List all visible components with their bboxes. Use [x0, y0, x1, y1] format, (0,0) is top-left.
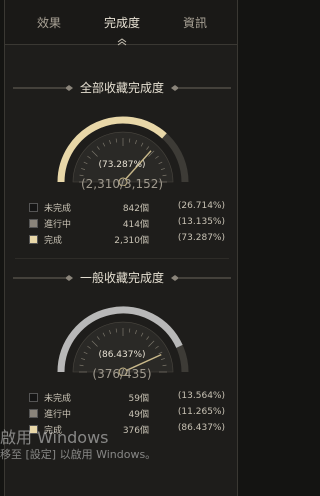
collection-panel: 效果 完成度 資訊 全部收藏完成度 (73.287%) (2,310/3,152… — [4, 0, 238, 496]
legend-value: 414個 — [122, 220, 149, 230]
swatch-in-progress — [29, 219, 38, 228]
legend-label: 未完成 — [44, 394, 72, 404]
ornament-left-icon — [13, 275, 73, 281]
tab-completion[interactable]: 完成度 — [92, 14, 152, 31]
active-tab-indicator-icon — [117, 38, 127, 46]
legend-value: 59個 — [128, 394, 149, 404]
legend-percent: (86.437%) — [177, 423, 225, 433]
count-all: (2,310/3,152) — [80, 177, 164, 191]
gauge-percent-all: (73.287%) — [98, 160, 146, 170]
legend-row-in-progress: 進行中 49個 (11.265%) — [29, 406, 229, 422]
legend-label: 進行中 — [44, 220, 72, 230]
swatch-incomplete — [29, 203, 38, 212]
section-title-all: 全部收藏完成度 — [5, 78, 239, 98]
legend-value: 2,310個 — [114, 236, 149, 246]
ornament-right-icon — [171, 85, 231, 91]
windows-activation-watermark-hint: 移至 [設定] 以啟用 Windows。 — [0, 448, 157, 461]
legend-row-incomplete: 未完成 842個 (26.714%) — [29, 200, 229, 216]
section-title-text: 全部收藏完成度 — [79, 81, 164, 95]
legend-row-in-progress: 進行中 414個 (13.135%) — [29, 216, 229, 232]
ornament-left-icon — [13, 85, 73, 91]
windows-activation-watermark-title: 啟用 Windows — [0, 428, 109, 447]
legend-row-complete: 完成 2,310個 (73.287%) — [29, 232, 229, 248]
percent-value: 73.287% — [101, 160, 143, 170]
legend-percent: (73.287%) — [177, 233, 225, 243]
section-divider — [15, 258, 229, 259]
legend-percent: (13.135%) — [177, 217, 225, 227]
tab-effects[interactable]: 效果 — [19, 14, 79, 31]
swatch-incomplete — [29, 393, 38, 402]
swatch-in-progress — [29, 409, 38, 418]
percent-value: 86.437% — [101, 350, 143, 360]
gauge-general — [57, 306, 189, 376]
legend-percent: (26.714%) — [177, 201, 225, 211]
legend-row-incomplete: 未完成 59個 (13.564%) — [29, 390, 229, 406]
tab-info[interactable]: 資訊 — [165, 14, 225, 31]
gauge-percent-general: (86.437%) — [98, 350, 146, 360]
count-general: (376/435) — [92, 367, 152, 381]
ornament-right-icon — [171, 275, 231, 281]
legend-label: 完成 — [44, 236, 63, 246]
legend-percent: (13.564%) — [177, 391, 225, 401]
legend-value: 49個 — [128, 410, 149, 420]
legend-label: 進行中 — [44, 410, 72, 420]
legend-value: 842個 — [122, 204, 149, 214]
legend-label: 未完成 — [44, 204, 72, 214]
tab-bar: 效果 完成度 資訊 — [5, 0, 237, 46]
gauge-all — [57, 116, 189, 186]
legend-value: 376個 — [122, 426, 149, 436]
section-title-text: 一般收藏完成度 — [79, 271, 164, 285]
swatch-complete — [29, 235, 38, 244]
legend-percent: (11.265%) — [177, 407, 225, 417]
section-title-general: 一般收藏完成度 — [5, 268, 239, 288]
legend-all: 未完成 842個 (26.714%) 進行中 414個 (13.135%) 完成… — [29, 200, 229, 248]
